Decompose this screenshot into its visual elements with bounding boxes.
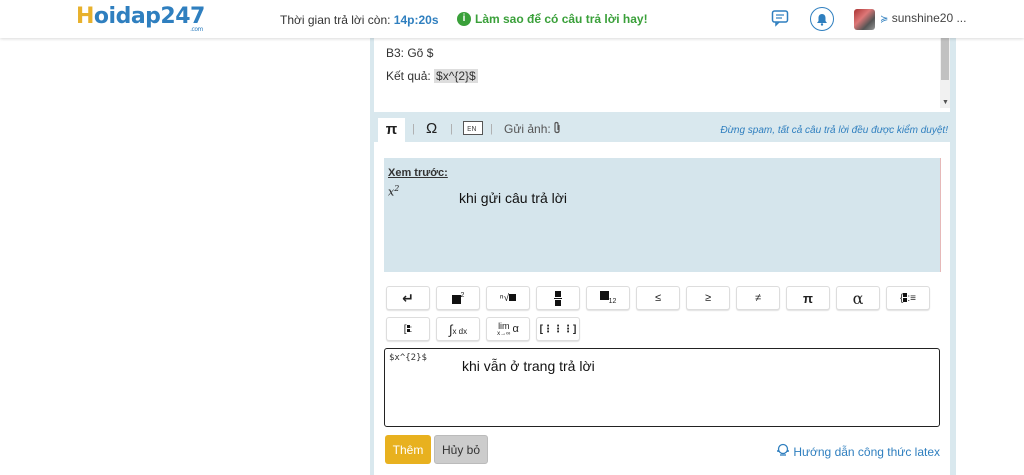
scrollbar-thumb[interactable]: [941, 38, 949, 80]
subscript-icon: 12: [599, 290, 616, 305]
bracket-system-button[interactable]: [:: [386, 317, 430, 341]
svg-text:EN: EN: [467, 125, 477, 133]
answer-textarea[interactable]: $x^{2}$ khi vẫn ở trang trả lời: [384, 348, 940, 427]
answer-timer: Thời gian trả lời còn: 14p:20s: [280, 13, 439, 27]
system-brace-button[interactable]: {:≡: [886, 286, 930, 310]
editor-toolbar: π | Ω | EN | Gửi ảnh: Đừng spam, tất cả …: [378, 118, 948, 142]
preview-box: Xem trước: x2 khi gửi câu trả lời: [384, 158, 941, 272]
sqrt-button[interactable]: ⁿ√: [486, 286, 530, 310]
pi-button[interactable]: π: [786, 286, 830, 310]
chevron-down-icon: ≽: [880, 14, 889, 25]
ne-icon: ≠: [754, 292, 762, 304]
enter-icon: ↵: [402, 289, 414, 306]
info-icon: i: [457, 12, 471, 26]
bracket-system-icon: [:: [403, 323, 413, 335]
bell-icon[interactable]: [810, 7, 834, 31]
matrix-button[interactable]: [⋮⋮⋮]: [536, 317, 580, 341]
limit-icon: lim x→∞ α: [497, 320, 519, 337]
avatar[interactable]: [854, 9, 875, 30]
result-code: $x^{2}$: [434, 69, 478, 83]
question-content: B3: Gõ $ Kết quả: $x^{2}$ ▼: [374, 38, 950, 112]
chat-icon[interactable]: [771, 9, 789, 27]
fraction-icon: [554, 290, 562, 306]
howto-link[interactable]: i Làm sao để có câu trả lời hay!: [457, 12, 648, 26]
le-icon: ≤: [654, 292, 662, 304]
support-icon: [776, 443, 790, 460]
answer-panel: B3: Gõ $ Kết quả: $x^{2}$ ▼ π | Ω | EN |…: [370, 38, 956, 475]
send-image-label: Gửi ảnh:: [504, 122, 551, 136]
subscript-button[interactable]: 12: [586, 286, 630, 310]
site-logo[interactable]: Hoidap247 .com: [76, 4, 205, 33]
alpha-button[interactable]: α: [836, 286, 880, 310]
system-brace-icon: {:≡: [900, 292, 916, 304]
superscript-icon: 2: [451, 292, 464, 305]
integral-icon: ∫x dx: [448, 321, 468, 337]
le-button[interactable]: ≤: [636, 286, 680, 310]
spam-notice: Đừng spam, tất cả câu trả lời đều được k…: [720, 125, 948, 136]
add-button[interactable]: Thêm: [385, 435, 431, 464]
matrix-icon: [⋮⋮⋮]: [539, 323, 577, 335]
scroll-down-icon[interactable]: ▼: [942, 99, 949, 106]
tab-omega[interactable]: Ω: [426, 120, 437, 137]
ge-icon: ≥: [704, 292, 712, 304]
tab-math-pi[interactable]: π: [378, 118, 405, 142]
ne-button[interactable]: ≠: [736, 286, 780, 310]
preview-title: Xem trước:: [388, 167, 448, 179]
preview-math: x2: [388, 184, 400, 199]
enter-button[interactable]: ↵: [386, 286, 430, 310]
latex-guide-link[interactable]: Hướng dẫn công thức latex: [776, 443, 940, 460]
content-line-result: Kết quả: $x^{2}$: [386, 69, 478, 83]
user-menu[interactable]: ≽ sunshine20 ...: [880, 11, 966, 25]
top-header: Hoidap247 .com Thời gian trả lời còn: 14…: [0, 0, 1024, 38]
limit-button[interactable]: lim x→∞ α: [486, 317, 530, 341]
ge-button[interactable]: ≥: [686, 286, 730, 310]
editor-note: khi vẫn ở trang trả lời: [462, 358, 595, 374]
content-scrollbar[interactable]: ▼: [940, 38, 950, 108]
integral-button[interactable]: ∫x dx: [436, 317, 480, 341]
timer-value: 14p:20s: [393, 13, 439, 27]
sqrt-icon: ⁿ√: [500, 293, 517, 304]
paperclip-icon[interactable]: [552, 121, 562, 138]
content-line-b3: B3: Gõ $: [386, 46, 434, 60]
superscript-button[interactable]: 2: [436, 286, 480, 310]
alpha-icon: α: [852, 288, 864, 308]
fraction-button[interactable]: [536, 286, 580, 310]
keyboard-en-icon[interactable]: EN: [463, 121, 483, 138]
preview-note: khi gửi câu trả lời: [459, 190, 568, 206]
latex-code: $x^{2}$: [389, 353, 427, 363]
cancel-button[interactable]: Hủy bỏ: [434, 435, 488, 464]
pi-icon: π: [803, 290, 813, 306]
username: sunshine20 ...: [891, 11, 967, 25]
